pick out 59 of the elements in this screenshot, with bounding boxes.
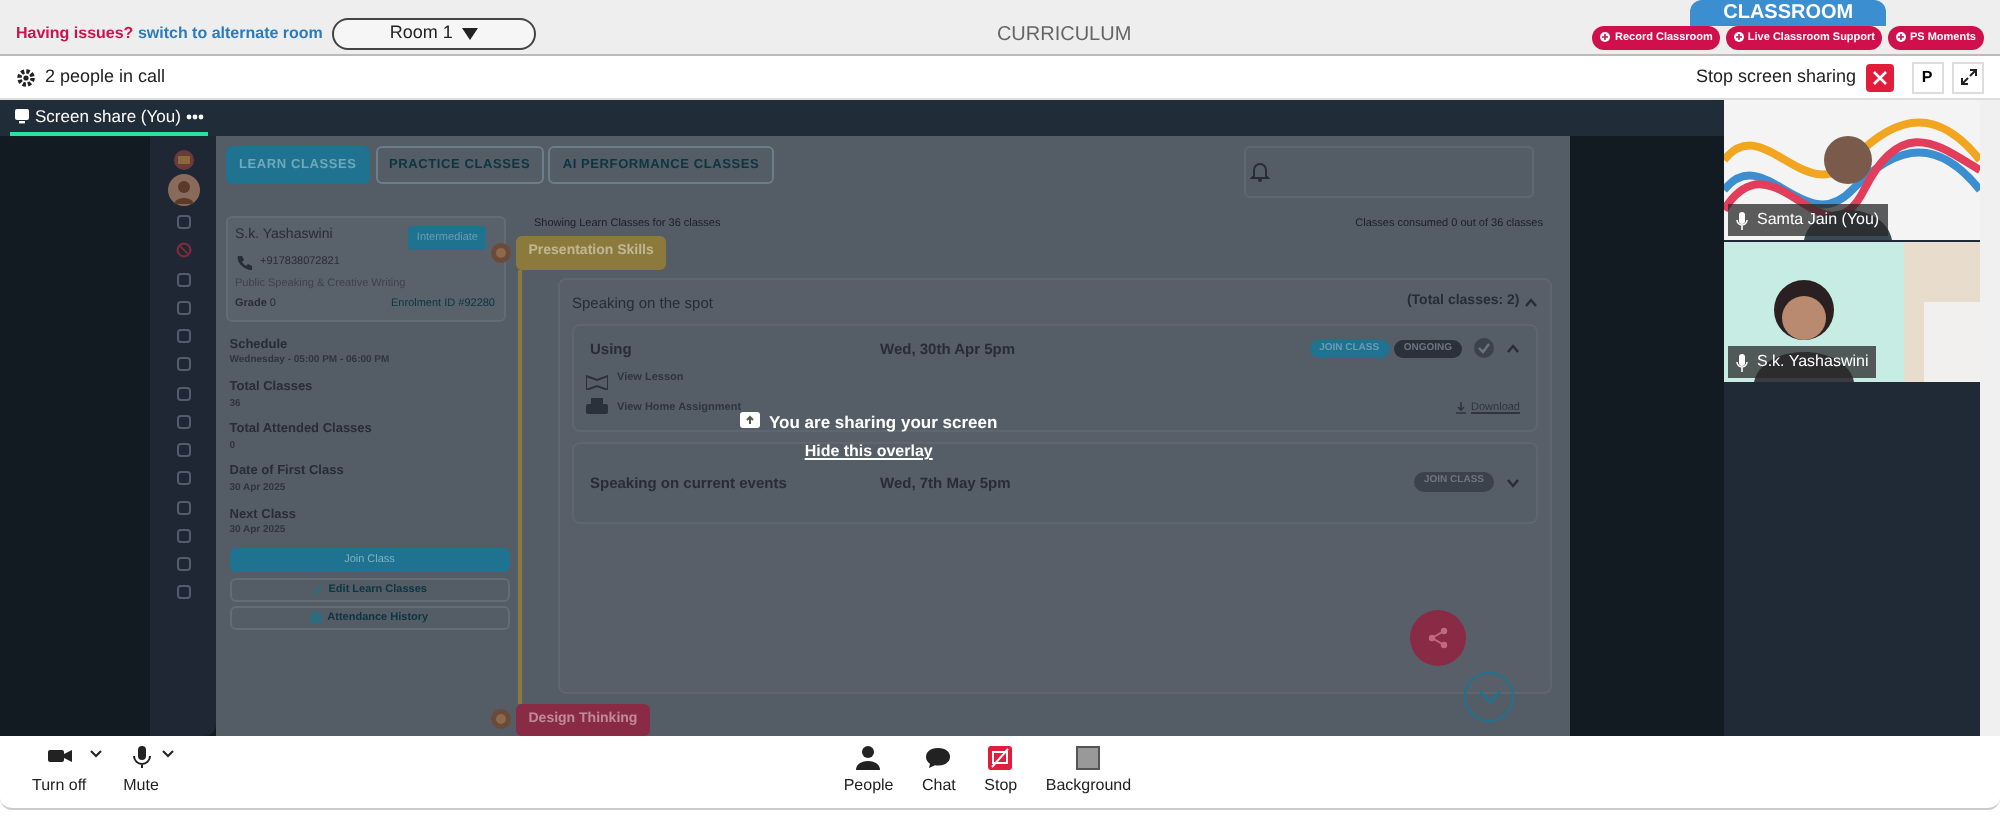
menu-icon[interactable] <box>175 214 191 230</box>
share-screen-icon <box>740 412 760 433</box>
share-icon <box>1426 626 1450 650</box>
background-icon <box>1076 746 1101 770</box>
participant-name: Samta Jain (You) <box>1757 208 1880 232</box>
settings-icon[interactable] <box>16 67 36 87</box>
microphone-icon <box>129 746 154 770</box>
download-icon <box>1456 402 1467 414</box>
scrollbar[interactable] <box>1980 100 2000 736</box>
plus-icon <box>1733 32 1744 43</box>
stop-sharing-label: Stop screen sharing <box>1695 63 1856 90</box>
dropdown-caret-icon[interactable] <box>90 750 103 758</box>
book-icon <box>586 369 608 389</box>
microphone-icon <box>1736 211 1748 229</box>
dropdown-caret-icon[interactable] <box>162 750 175 758</box>
sharing-message: You are sharing your screen <box>769 410 998 436</box>
caret-icon <box>461 27 478 40</box>
participant-name: S.k. Yashaswini <box>1757 350 1869 374</box>
avatar-button[interactable]: P <box>1911 61 1943 93</box>
avatar-icon <box>167 173 199 206</box>
page-title: CURRICULUM <box>996 23 1132 46</box>
close-icon <box>1871 69 1887 85</box>
plus-icon <box>1600 32 1611 43</box>
more-icon[interactable] <box>185 113 204 119</box>
alternate-room-link[interactable]: switch to alternate room <box>137 21 323 46</box>
toolbar-button[interactable]: Chat <box>910 746 968 798</box>
phone-icon <box>235 254 251 271</box>
printer-icon <box>586 398 608 418</box>
toolbar-button[interactable]: Background <box>1033 746 1144 798</box>
expand-icon <box>1959 68 1977 86</box>
plus-icon <box>1895 32 1906 43</box>
chevron-down-icon <box>1477 689 1501 705</box>
people-count: 2 people in call <box>45 63 168 90</box>
calendar-icon <box>310 611 323 624</box>
stop-share-icon <box>988 746 1013 770</box>
emblem-icon <box>490 708 512 731</box>
toolbar-button[interactable]: Turn off <box>20 746 99 798</box>
bell-icon[interactable] <box>1250 160 1271 182</box>
chevron-down-icon[interactable] <box>1506 477 1520 488</box>
classroom-tab[interactable]: CLASSROOM <box>1690 0 1887 25</box>
monitor-icon <box>14 108 31 124</box>
toolbar-button[interactable]: Mute <box>111 746 171 798</box>
chevron-up-icon[interactable] <box>1506 343 1520 354</box>
microphone-icon <box>1736 353 1748 371</box>
toolbar-button[interactable]: People <box>831 746 906 798</box>
pencil-icon <box>312 583 325 595</box>
chat-icon <box>926 746 951 770</box>
scroll-down-button[interactable] <box>1464 672 1514 722</box>
stop-sharing-button[interactable] <box>1865 63 1893 91</box>
blocked-icon[interactable] <box>175 242 191 259</box>
emblem-icon <box>490 241 512 264</box>
logo-icon <box>171 145 195 169</box>
chevron-up-icon[interactable] <box>1524 298 1538 309</box>
people-icon <box>856 746 881 770</box>
toolbar-button[interactable]: Stop <box>972 746 1030 798</box>
fullscreen-button[interactable] <box>1952 61 1984 93</box>
room-select[interactable]: Room 1 <box>331 17 536 50</box>
hide-overlay-link[interactable]: Hide this overlay <box>804 440 933 464</box>
issue-text: Having issues? <box>16 21 134 46</box>
